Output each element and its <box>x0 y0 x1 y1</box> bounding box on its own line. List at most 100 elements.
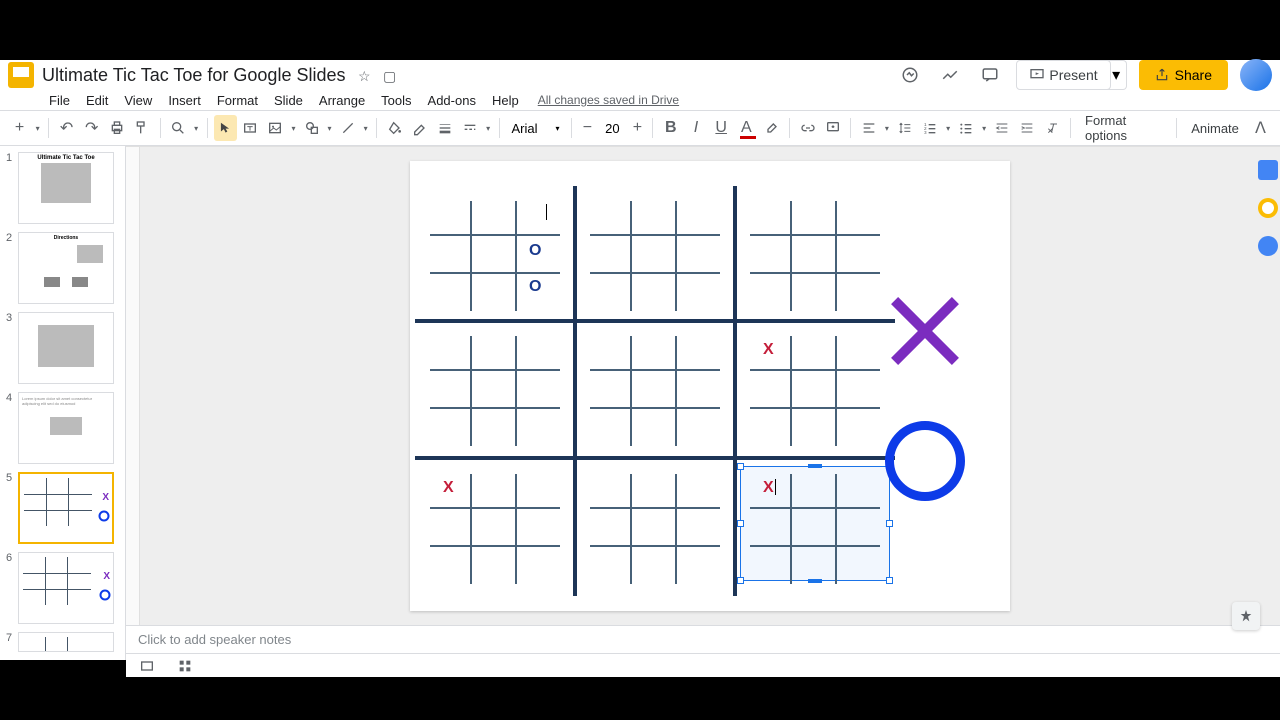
present-button[interactable]: Present <box>1016 60 1110 90</box>
clear-formatting-button[interactable] <box>1041 115 1064 141</box>
activity-dashboard-icon[interactable] <box>896 61 924 89</box>
fontsize-input[interactable] <box>598 121 626 136</box>
small-grid-br[interactable]: X <box>745 469 885 589</box>
text-color-button[interactable]: A <box>735 115 758 141</box>
comment-icon[interactable] <box>976 61 1004 89</box>
explore-button[interactable] <box>1232 602 1260 630</box>
border-weight-button[interactable] <box>433 115 456 141</box>
numbered-list-dropdown[interactable]: ▾ <box>944 124 953 133</box>
insert-comment-button[interactable] <box>821 115 844 141</box>
thumbnail-5[interactable]: X <box>18 472 114 544</box>
underline-button[interactable]: U <box>710 115 733 141</box>
thumbnail-2[interactable]: Directions <box>18 232 114 304</box>
small-grid-tc[interactable] <box>585 196 725 316</box>
thumbnail-7[interactable] <box>18 632 114 652</box>
menu-insert[interactable]: Insert <box>161 91 208 110</box>
shape-dropdown[interactable]: ▾ <box>325 124 334 133</box>
textbox-tool[interactable] <box>239 115 262 141</box>
print-button[interactable] <box>105 115 128 141</box>
font-family-select[interactable]: Arial▾ <box>505 121 565 136</box>
line-spacing-button[interactable] <box>893 115 916 141</box>
border-dash-dropdown[interactable]: ▾ <box>484 124 493 133</box>
trend-icon[interactable] <box>936 61 964 89</box>
new-slide-dropdown[interactable]: ▾ <box>33 124 42 133</box>
small-grid-tl[interactable]: O O <box>425 196 565 316</box>
mark-x[interactable]: X <box>763 341 774 359</box>
speaker-notes[interactable]: Click to add speaker notes <box>126 625 1280 653</box>
redo-button[interactable]: ↷ <box>80 115 103 141</box>
bulleted-list-dropdown[interactable]: ▾ <box>980 124 989 133</box>
indent-increase-button[interactable] <box>1016 115 1039 141</box>
menu-slide[interactable]: Slide <box>267 91 310 110</box>
grid-view-icon[interactable] <box>172 653 198 679</box>
calendar-icon[interactable] <box>1258 160 1278 180</box>
fontsize-decrease[interactable]: − <box>578 119 596 137</box>
menu-arrange[interactable]: Arrange <box>312 91 372 110</box>
small-grid-mc[interactable] <box>585 331 725 451</box>
bold-button[interactable]: B <box>659 115 682 141</box>
fill-color-button[interactable] <box>383 115 406 141</box>
share-button[interactable]: Share <box>1139 60 1228 90</box>
shape-tool[interactable] <box>300 115 323 141</box>
tasks-icon[interactable] <box>1258 236 1278 256</box>
bulleted-list-button[interactable] <box>955 115 978 141</box>
select-tool[interactable] <box>214 115 237 141</box>
canvas[interactable]: O O <box>140 147 1280 625</box>
keep-icon[interactable] <box>1258 198 1278 218</box>
paint-format-button[interactable] <box>130 115 153 141</box>
thumbnail-6[interactable]: X <box>18 552 114 624</box>
mark-o[interactable]: O <box>529 242 541 260</box>
small-grid-bc[interactable] <box>585 469 725 589</box>
menu-help[interactable]: Help <box>485 91 526 110</box>
save-status[interactable]: All changes saved in Drive <box>538 93 679 107</box>
format-options-button[interactable]: Format options <box>1077 113 1170 143</box>
present-dropdown[interactable]: ▾ <box>1107 60 1127 90</box>
slides-logo[interactable] <box>8 62 34 88</box>
border-color-button[interactable] <box>408 115 431 141</box>
thumbnail-4[interactable]: Lorem ipsum dolor sit amet consectetur a… <box>18 392 114 464</box>
star-icon[interactable]: ☆ <box>358 68 371 85</box>
indent-decrease-button[interactable] <box>991 115 1014 141</box>
slide[interactable]: O O <box>410 161 1010 611</box>
move-icon[interactable]: ▢ <box>383 68 396 85</box>
numbered-list-button[interactable]: 123 <box>918 115 941 141</box>
undo-button[interactable]: ↶ <box>55 115 78 141</box>
menu-format[interactable]: Format <box>210 91 265 110</box>
new-slide-button[interactable]: + <box>8 115 31 141</box>
avatar[interactable] <box>1240 59 1272 91</box>
zoom-dropdown[interactable]: ▾ <box>192 124 201 133</box>
insert-link-button[interactable] <box>796 115 819 141</box>
thumbnail-panel[interactable]: 1 Ultimate Tic Tac Toe 2 Directions <box>0 146 126 660</box>
align-button[interactable] <box>857 115 880 141</box>
highlight-color-button[interactable] <box>760 115 783 141</box>
menu-addons[interactable]: Add-ons <box>421 91 483 110</box>
document-title[interactable]: Ultimate Tic Tac Toe for Google Slides <box>42 65 345 86</box>
mark-x[interactable]: X <box>763 479 774 497</box>
menu-file[interactable]: File <box>42 91 77 110</box>
line-dropdown[interactable]: ▾ <box>361 124 370 133</box>
mark-x[interactable]: X <box>443 479 454 497</box>
italic-button[interactable]: I <box>684 115 707 141</box>
vertical-ruler[interactable] <box>126 147 140 625</box>
big-x-piece[interactable] <box>890 296 960 366</box>
menu-edit[interactable]: Edit <box>79 91 115 110</box>
fontsize-increase[interactable]: + <box>628 119 646 137</box>
menu-view[interactable]: View <box>117 91 159 110</box>
image-dropdown[interactable]: ▾ <box>289 124 298 133</box>
align-dropdown[interactable]: ▾ <box>882 124 891 133</box>
line-tool[interactable] <box>336 115 359 141</box>
small-grid-tr[interactable] <box>745 196 885 316</box>
image-tool[interactable] <box>264 115 287 141</box>
border-dash-button[interactable] <box>459 115 482 141</box>
menu-tools[interactable]: Tools <box>374 91 418 110</box>
small-grid-mr[interactable]: X <box>745 331 885 451</box>
zoom-button[interactable] <box>167 115 190 141</box>
big-o-piece[interactable] <box>885 421 965 501</box>
small-grid-bl[interactable]: X <box>425 469 565 589</box>
collapse-toolbar-button[interactable]: ᐱ <box>1249 115 1272 141</box>
mark-o[interactable]: O <box>529 278 541 296</box>
thumbnail-1[interactable]: Ultimate Tic Tac Toe <box>18 152 114 224</box>
thumbnail-3[interactable] <box>18 312 114 384</box>
animate-button[interactable]: Animate <box>1183 121 1247 136</box>
small-grid-ml[interactable] <box>425 331 565 451</box>
